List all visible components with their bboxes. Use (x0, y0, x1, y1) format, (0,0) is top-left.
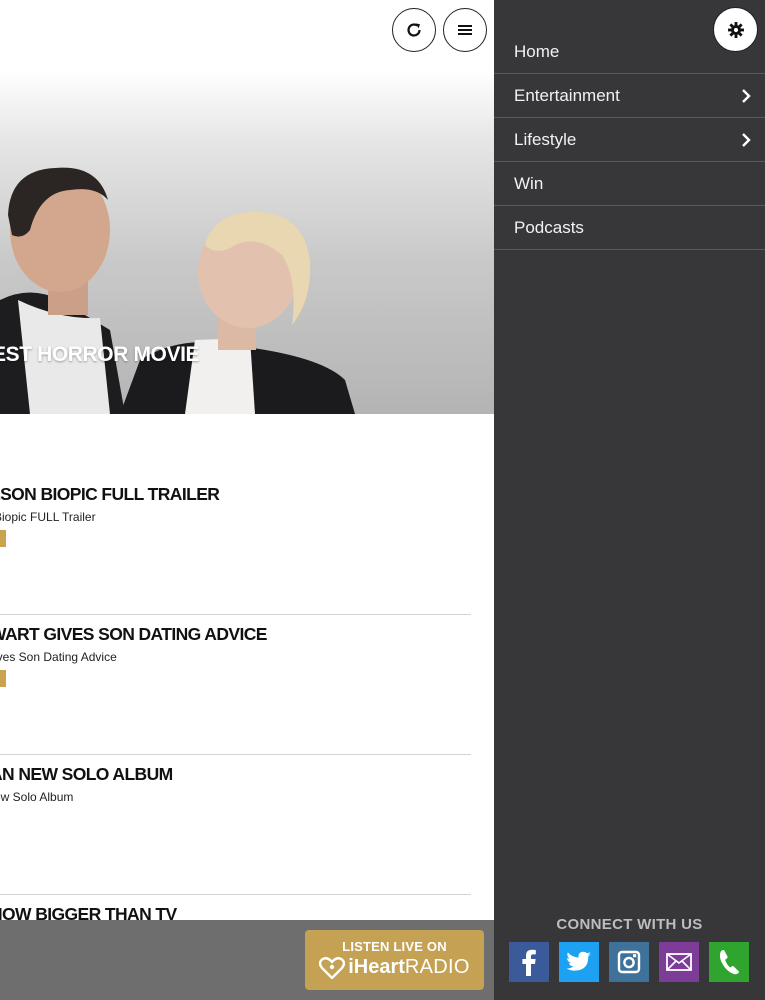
side-drawer: Home Entertainment Lifestyle Win Podcast… (494, 0, 765, 1000)
nav-item-win[interactable]: Win (494, 162, 765, 206)
article-subtitle: ew Solo Album (0, 790, 74, 804)
hero-title[interactable]: EST HORROR MOVIE (0, 343, 200, 367)
chevron-right-icon (742, 132, 751, 147)
article-subtitle: ives Son Dating Advice (0, 650, 117, 664)
article-title[interactable]: AN NEW SOLO ALBUM (0, 764, 173, 785)
nav-label: Win (514, 173, 544, 193)
refresh-icon (407, 23, 421, 37)
iheartradio-logo: iHeart RADIO (305, 956, 484, 979)
article-title[interactable]: WART GIVES SON DATING ADVICE (0, 624, 267, 645)
nav-label: Lifestyle (514, 129, 577, 149)
phone-button[interactable] (709, 942, 749, 982)
divider (0, 894, 471, 895)
menu-button[interactable] (443, 8, 487, 52)
divider (0, 754, 471, 755)
nav-label: Podcasts (514, 217, 584, 237)
hero-banner[interactable]: EST HORROR MOVIE (0, 0, 494, 414)
chevron-right-icon (742, 88, 751, 103)
article-subtitle: Biopic FULL Trailer (0, 510, 96, 524)
nav-label: Home (514, 41, 560, 61)
main-content: EST HORROR MOVIE LSON BIOPIC FULL TRAILE… (0, 0, 494, 1000)
phone-icon (719, 950, 739, 975)
nav-item-home[interactable]: Home (494, 30, 765, 74)
hamburger-menu-icon (458, 25, 472, 35)
twitter-icon (566, 951, 591, 971)
listen-live-button[interactable]: LISTEN LIVE ON iHeart RADIO (305, 930, 484, 990)
nav-item-lifestyle[interactable]: Lifestyle (494, 118, 765, 162)
email-icon (666, 953, 692, 971)
connect-with-us-label: CONNECT WITH US (556, 916, 703, 933)
facebook-button[interactable] (509, 942, 549, 982)
radio-wordmark: RADIO (404, 956, 470, 978)
article-title[interactable]: LSON BIOPIC FULL TRAILER (0, 484, 220, 505)
twitter-button[interactable] (559, 942, 599, 982)
refresh-button[interactable] (392, 8, 436, 52)
nav-item-entertainment[interactable]: Entertainment (494, 74, 765, 118)
instagram-button[interactable] (609, 942, 649, 982)
iheart-wordmark: iHeart (348, 956, 405, 978)
nav-label: Entertainment (514, 85, 620, 105)
iheart-icon (319, 956, 346, 979)
bottom-bar: LISTEN LIVE ON iHeart RADIO (0, 920, 494, 1000)
listen-live-label: LISTEN LIVE ON (342, 939, 447, 954)
facebook-icon (522, 949, 536, 976)
nav-item-podcasts[interactable]: Podcasts (494, 206, 765, 250)
category-tag (0, 670, 6, 687)
instagram-icon (617, 950, 641, 974)
email-button[interactable] (659, 942, 699, 982)
divider (0, 614, 471, 615)
category-tag (0, 530, 6, 547)
